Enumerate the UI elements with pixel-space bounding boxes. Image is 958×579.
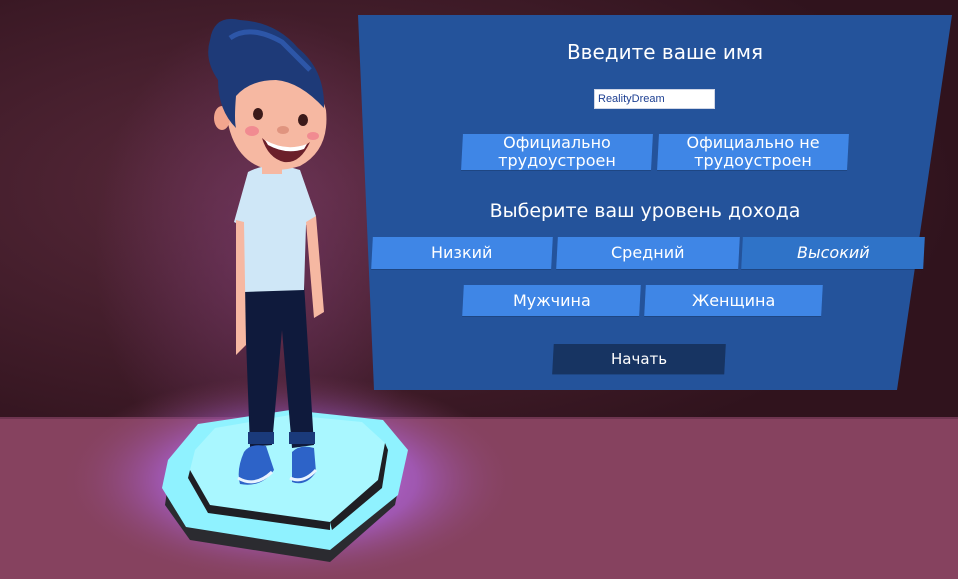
employed-unofficial-button[interactable]: Официально не трудоустроен [657, 133, 849, 170]
employed-official-label: Официально трудоустроен [498, 133, 616, 170]
gender-male-label: Мужчина [512, 290, 591, 310]
start-label: Начать [610, 350, 668, 368]
income-medium-label: Средний [611, 243, 685, 262]
gender-female-label: Женщина [691, 290, 776, 310]
registration-panel [358, 15, 952, 390]
income-high-label: Высокий [796, 243, 870, 262]
gender-female-button[interactable]: Женщина [644, 285, 823, 316]
name-input[interactable] [594, 89, 715, 109]
income-low-button[interactable]: Низкий [371, 237, 553, 269]
income-high-button[interactable]: Высокий [741, 237, 925, 269]
start-button[interactable]: Начать [552, 344, 726, 374]
gender-male-button[interactable]: Мужчина [462, 285, 641, 316]
employed-unofficial-label: Официально не трудоустроен [686, 133, 820, 170]
income-low-label: Низкий [431, 243, 493, 262]
employed-official-button[interactable]: Официально трудоустроен [461, 133, 653, 170]
income-medium-button[interactable]: Средний [556, 237, 740, 269]
